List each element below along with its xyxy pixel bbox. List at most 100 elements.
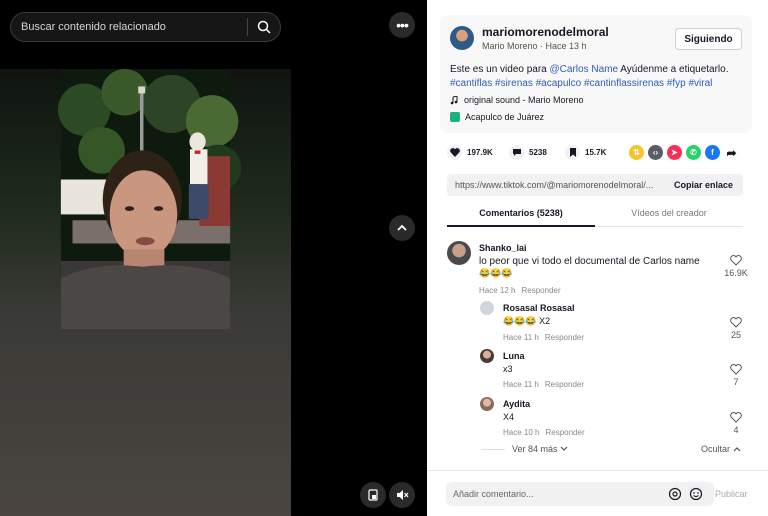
comment-text: 😂😂😂 X2 (503, 316, 551, 326)
reply-button[interactable]: Responder (521, 286, 560, 295)
comment-text: X4 (503, 412, 515, 422)
comment-text: lo peor que vi todo el documental de Car… (479, 256, 700, 267)
search-icon (257, 20, 271, 34)
description-text: Este es un video para (450, 64, 547, 75)
comment-meta: Hace 11 h Responder (503, 380, 584, 389)
location-link[interactable]: Acapulco de Juárez (450, 112, 544, 122)
comment-author[interactable]: Rosasal Rosasal (503, 303, 575, 313)
pip-icon (368, 489, 378, 501)
bookmark-icon (565, 145, 580, 160)
save-button[interactable]: 15.7K (565, 145, 606, 160)
video-url: https://www.tiktok.com/@mariomorenodelmo… (455, 180, 654, 190)
comment-time: Hace 10 h (503, 428, 540, 437)
heart-outline-icon (730, 255, 742, 266)
app-root: Buscar contenido relacionado ••• mariomo… (0, 0, 768, 516)
tab-creator-videos[interactable]: Vídeos del creador (595, 208, 743, 218)
send-icon[interactable]: ➤ (667, 145, 682, 160)
comment-like-count: 4 (733, 425, 739, 435)
reply-button[interactable]: Responder (545, 428, 584, 437)
mute-button[interactable] (389, 482, 415, 508)
chevron-down-icon (560, 446, 568, 451)
hide-replies-button[interactable]: Ocultar (701, 444, 741, 454)
comment-button[interactable]: 5238 (509, 145, 547, 160)
search-input[interactable]: Buscar contenido relacionado (11, 21, 247, 33)
volume-muted-icon (396, 490, 408, 500)
following-button[interactable]: Siguiendo (675, 28, 742, 50)
comment-tabs: Comentarios (5238) Vídeos del creador (447, 205, 743, 227)
comment-meta: Hace 12 h Responder (479, 286, 561, 295)
embed-icon[interactable]: ‹› (648, 145, 663, 160)
avatar[interactable] (480, 397, 494, 411)
whatsapp-icon[interactable]: ✆ (686, 145, 701, 160)
avatar[interactable] (480, 349, 494, 363)
location-label: Acapulco de Juárez (465, 112, 545, 122)
tab-comments[interactable]: Comentarios (5238) (447, 208, 595, 218)
sound-link[interactable]: original sound - Mario Moreno (450, 95, 584, 105)
like-button[interactable]: 197.9K (447, 145, 493, 160)
reply-button[interactable]: Responder (545, 380, 584, 389)
chevron-up-icon (397, 224, 407, 231)
comment-like-count: 25 (730, 330, 741, 340)
comment-like-button[interactable]: 4 (721, 412, 751, 435)
location-icon (450, 112, 460, 122)
more-icon: ••• (396, 17, 409, 33)
likes-count: 197.9K (467, 148, 493, 157)
tab-active-indicator (447, 225, 595, 227)
comment-icon (509, 145, 524, 160)
action-bar: 197.9K 5238 15.7K ⇅ ‹› ➤ ✆ f ➦ (447, 145, 747, 163)
avatar[interactable] (480, 301, 494, 315)
author-subline: Mario Moreno · Hace 13 h (482, 41, 587, 51)
video-info-card: mariomorenodelmoral Mario Moreno · Hace … (440, 15, 752, 133)
comment-like-count: 16.9K (724, 268, 748, 278)
comment-emoji: 😂😂😂 (479, 268, 513, 278)
comment-like-button[interactable]: 7 (721, 364, 751, 387)
comment-text: x3 (503, 364, 513, 374)
comment-meta: Hace 10 h Responder (503, 428, 585, 437)
comment-author[interactable]: Shanko_lai (479, 243, 527, 253)
hide-label: Ocultar (701, 444, 731, 454)
heart-outline-icon (730, 317, 742, 328)
publish-button[interactable]: Publicar (715, 489, 748, 499)
mention-link[interactable]: @Carlos Name (550, 64, 619, 75)
mention-icon[interactable] (668, 487, 682, 501)
share-arrow-icon[interactable]: ➦ (724, 145, 739, 160)
comment-time: Hace 12 h (479, 286, 516, 295)
sound-label: original sound - Mario Moreno (464, 95, 584, 105)
comment-meta: Hace 11 h Responder (503, 333, 584, 342)
previous-video-button[interactable] (389, 215, 415, 241)
picture-in-picture-button[interactable] (360, 482, 386, 508)
saves-count: 15.7K (585, 148, 607, 157)
comment-input[interactable]: Añadir comentario... (446, 482, 714, 506)
comment-author[interactable]: Luna (503, 351, 525, 361)
emoji-icon[interactable] (689, 487, 703, 501)
video-background-scene (57, 69, 242, 329)
search-button[interactable] (248, 12, 280, 42)
heart-outline-icon (730, 364, 742, 375)
music-note-icon (450, 95, 458, 104)
comment-like-button[interactable]: 16.9K (721, 255, 751, 278)
chevron-up-icon (733, 447, 740, 452)
facebook-icon[interactable]: f (705, 145, 720, 160)
copy-link-button[interactable]: Copiar enlace (674, 180, 733, 190)
heart-outline-icon (730, 412, 742, 423)
copy-link-box: https://www.tiktok.com/@mariomorenodelmo… (447, 174, 743, 196)
comment-author[interactable]: Aydita (503, 399, 530, 409)
more-options-button[interactable]: ••• (389, 12, 415, 38)
comment-composer: Añadir comentario... Publicar (427, 470, 768, 516)
description-text-2: Ayúdenme a etiquetarlo. (620, 64, 729, 75)
comment-like-button[interactable]: 25 (721, 317, 751, 340)
repost-icon[interactable]: ⇅ (629, 145, 644, 160)
avatar[interactable] (450, 26, 474, 50)
view-more-label: Ver 84 más (512, 444, 558, 454)
comment-time: Hace 11 h (503, 380, 539, 389)
hashtags[interactable]: #cantiflas #sirenas #acapulco #cantinfla… (450, 78, 712, 89)
author-username[interactable]: mariomorenodelmoral (482, 25, 609, 39)
avatar[interactable] (447, 241, 471, 265)
video-player[interactable] (0, 69, 291, 516)
thread-divider (481, 449, 505, 450)
comment-time: Hace 11 h (503, 333, 539, 342)
comment-like-count: 7 (733, 377, 739, 387)
reply-button[interactable]: Responder (545, 333, 584, 342)
search-bar[interactable]: Buscar contenido relacionado (10, 12, 281, 42)
view-more-replies-button[interactable]: Ver 84 más (512, 444, 568, 454)
